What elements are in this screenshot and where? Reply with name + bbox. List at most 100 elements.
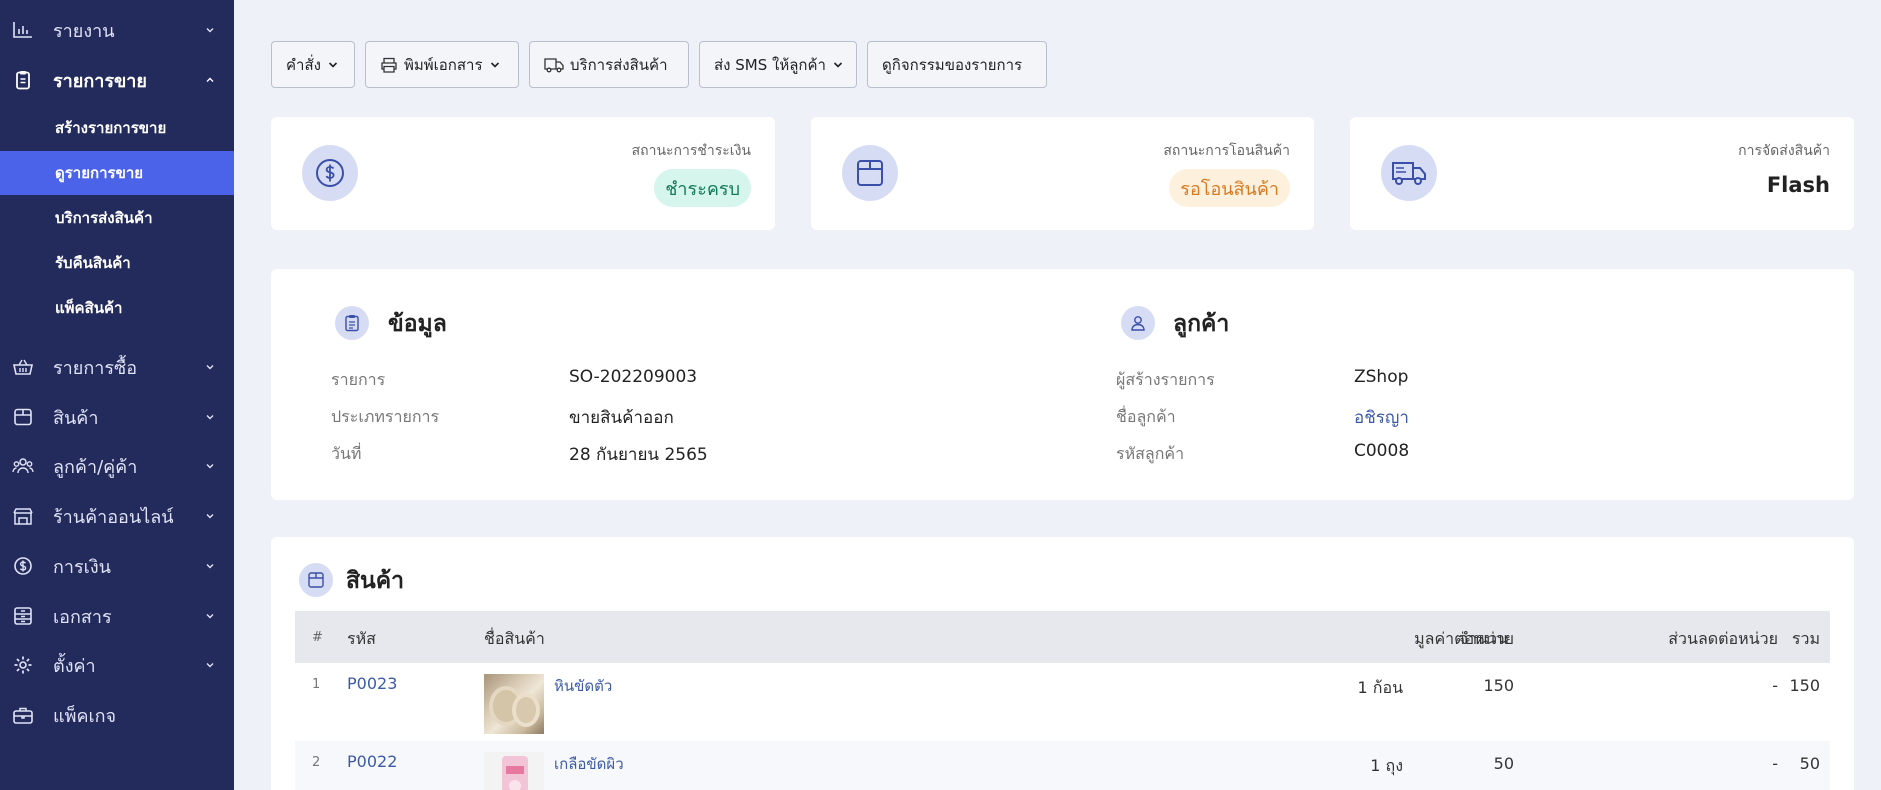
sidebar-item-label: แพ็คเกจ (53, 705, 117, 727)
product-code-link[interactable]: P0022 (347, 752, 397, 771)
product-code-link[interactable]: P0023 (347, 674, 397, 693)
box-icon (14, 408, 32, 426)
briefcase-icon (13, 707, 33, 724)
dollar-coin-icon (316, 159, 344, 187)
sub-item-label: แพ็คสินค้า (55, 299, 123, 317)
shipping-card: การจัดส่งสินค้า Flash (1350, 117, 1854, 230)
shipping-label: การจัดส่งสินค้า (1738, 143, 1830, 159)
store-icon (13, 508, 33, 525)
sidebar-sub-shipping[interactable]: บริการส่งสินค้า (0, 196, 234, 240)
button-label: คำสั่ง (286, 55, 321, 74)
order-type: ขายสินค้าออก (569, 408, 674, 428)
sidebar-item-label: สินค้า (53, 407, 99, 429)
sub-item-label: สร้างรายการขาย (55, 119, 167, 137)
sidebar-item-sales[interactable]: รายการขาย (0, 60, 234, 100)
clipboard-icon (16, 71, 30, 90)
printer-icon (381, 57, 397, 73)
customer-code: C0008 (1354, 441, 1410, 461)
payment-status-card: สถานะการชำระเงิน ชำระครบ (271, 117, 775, 230)
section-icon-circle (299, 563, 333, 597)
body-scrubber-image (489, 686, 540, 727)
info-label: ประเภทรายการ (331, 407, 440, 426)
transfer-status-badge: รอโอนสินค้า (1169, 169, 1290, 207)
command-dropdown-button[interactable]: คำสั่ง (271, 41, 355, 88)
info-label: วันที่ (331, 444, 362, 463)
status-icon-circle (842, 145, 898, 201)
gear-icon (14, 656, 32, 674)
row-index: 2 (312, 755, 321, 770)
customer-label: รหัสลูกค้า (1116, 444, 1185, 463)
column-header-name: ชื่อสินค้า (484, 629, 545, 648)
shipping-carrier: Flash (1766, 173, 1830, 197)
sidebar-item-settings[interactable]: ตั้งค่า (0, 645, 234, 685)
chevron-down-icon (206, 28, 214, 33)
column-header-index: # (312, 630, 323, 645)
product-thumbnail[interactable] (484, 674, 544, 734)
chevron-down-icon (206, 564, 214, 569)
clipboard-icon (345, 315, 359, 332)
button-label: ส่ง SMS ให้ลูกค้า (714, 55, 826, 74)
sidebar-item-documents[interactable]: เอกสาร (0, 596, 234, 636)
product-total: 50 (1799, 754, 1820, 773)
product-quantity: 1 ถุง (1370, 756, 1403, 775)
chevron-down-icon (833, 61, 843, 68)
customer-label: ผู้สร้างรายการ (1116, 370, 1215, 389)
sidebar-item-label: ลูกค้า/คู่ค้า (53, 456, 138, 478)
chevron-down-icon (206, 464, 214, 469)
chevron-up-icon (206, 77, 214, 82)
user-icon (1131, 316, 1145, 331)
order-info-card: ข้อมูล รายการ SO-202209003 ประเภทรายการ … (271, 269, 1854, 500)
truck-icon (544, 57, 564, 72)
chevron-down-icon (206, 415, 214, 420)
sidebar-item-purchases[interactable]: รายการซื้อ (0, 347, 234, 387)
basket-icon (13, 359, 33, 375)
chevron-down-icon (206, 365, 214, 370)
customer-name-link[interactable]: อชิรญา (1354, 404, 1409, 431)
section-icon-circle (335, 306, 369, 340)
chart-bars-icon (13, 22, 32, 38)
product-name-link[interactable]: หินขัดตัว (554, 674, 612, 698)
sidebar-sub-packing[interactable]: แพ็คสินค้า (0, 286, 234, 330)
product-name-link[interactable]: เกลือขัดผิว (554, 752, 624, 776)
chevron-down-icon (490, 61, 499, 68)
sidebar-item-label: รายงาน (53, 20, 115, 42)
box-icon (857, 160, 883, 186)
sidebar-sub-view-sales[interactable]: ดูรายการขาย (0, 151, 234, 195)
shipping-service-button[interactable]: บริการส่งสินค้า (529, 41, 689, 88)
sidebar-item-package[interactable]: แพ็คเกจ (0, 695, 234, 735)
document-icon (14, 607, 32, 625)
transfer-status-label: สถานะการโอนสินค้า (1163, 143, 1290, 159)
payment-status-badge: ชำระครบ (654, 169, 751, 207)
customer-section-title: ลูกค้า (1173, 311, 1230, 337)
sidebar-item-reports[interactable]: รายงาน (0, 10, 234, 50)
sidebar-item-products[interactable]: สินค้า (0, 397, 234, 437)
column-header-total: รวม (1791, 629, 1820, 648)
order-date: 28 กันยายน 2565 (569, 445, 708, 465)
view-activity-button[interactable]: ดูกิจกรรมของรายการ (867, 41, 1047, 88)
sidebar-item-label: เอกสาร (53, 606, 112, 628)
sidebar-item-label: ร้านค้าออนไลน์ (53, 506, 174, 528)
print-document-button[interactable]: พิมพ์เอกสาร (365, 41, 519, 88)
transfer-status-card: สถานะการโอนสินค้า รอโอนสินค้า (811, 117, 1314, 230)
payment-status-label: สถานะการชำระเงิน (631, 143, 751, 159)
info-label: รายการ (331, 370, 386, 389)
sidebar-item-label: ตั้งค่า (53, 655, 96, 677)
status-icon-circle (302, 145, 358, 201)
sidebar-sub-create-sale[interactable]: สร้างรายการขาย (0, 106, 234, 150)
sidebar-item-customers[interactable]: ลูกค้า/คู่ค้า (0, 446, 234, 486)
product-unit-price: 150 (1483, 676, 1514, 695)
sidebar-item-online-store[interactable]: ร้านค้าออนไลน์ (0, 496, 234, 536)
sidebar-item-label: การเงิน (53, 556, 111, 578)
creator-name: ZShop (1354, 367, 1409, 387)
table-row: 1 P0023 หินขัดตัว 1 ก้อน 150 - 150 (295, 663, 1830, 741)
product-thumbnail[interactable] (484, 752, 544, 790)
section-icon-circle (1121, 306, 1155, 340)
customer-label: ชื่อลูกค้า (1116, 407, 1176, 426)
info-section-title: ข้อมูล (388, 311, 447, 337)
status-icon-circle (1381, 145, 1437, 201)
send-sms-dropdown-button[interactable]: ส่ง SMS ให้ลูกค้า (699, 41, 857, 88)
sidebar-item-finance[interactable]: การเงิน (0, 546, 234, 586)
order-number: SO-202209003 (569, 367, 698, 387)
sidebar-sub-returns[interactable]: รับคืนสินค้า (0, 241, 234, 285)
chevron-down-icon (206, 614, 214, 619)
